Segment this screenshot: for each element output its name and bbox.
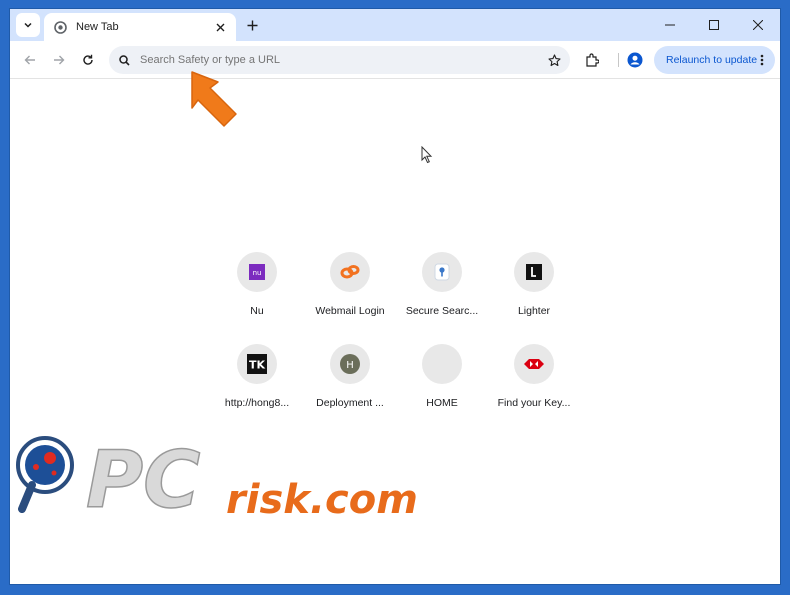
more-menu-icon[interactable] — [755, 52, 769, 68]
tab-new-tab[interactable]: New Tab — [44, 13, 236, 41]
relaunch-to-update-button[interactable]: Relaunch to update — [654, 46, 775, 74]
url-input[interactable] — [140, 54, 546, 66]
maximize-button[interactable] — [692, 9, 736, 41]
reload-button[interactable] — [76, 48, 100, 72]
minimize-button[interactable] — [648, 9, 692, 41]
shortcut-tile[interactable]: Secure Searc... — [396, 252, 488, 336]
pcrisk-watermark-text: risk.com — [226, 477, 418, 521]
blank-icon — [432, 354, 452, 374]
webmail-icon — [340, 262, 360, 282]
forward-button[interactable] — [47, 48, 71, 72]
secure-search-icon — [432, 262, 452, 282]
shortcut-label: Deployment ... — [316, 397, 384, 409]
relaunch-label: Relaunch to update — [666, 54, 758, 66]
tab-search-button[interactable] — [16, 13, 40, 37]
new-tab-button[interactable] — [242, 15, 262, 35]
key-icon — [524, 354, 544, 374]
shortcut-label: Find your Key... — [497, 397, 571, 409]
svg-text:nu: nu — [253, 269, 262, 277]
puzzle-icon — [586, 53, 599, 67]
chevron-down-icon — [24, 22, 32, 28]
extensions-button[interactable] — [581, 49, 603, 71]
shortcut-label: Webmail Login — [315, 305, 385, 317]
shortcut-label: Nu — [250, 305, 264, 317]
close-tab-icon[interactable] — [212, 19, 228, 35]
lighter-icon — [524, 262, 544, 282]
nu-icon: nu — [247, 262, 267, 282]
search-icon — [117, 53, 131, 67]
close-icon — [753, 20, 763, 30]
tab-title: New Tab — [76, 21, 119, 33]
shortcut-icon-circle — [514, 344, 554, 384]
shortcut-tile[interactable]: TK http://hong8... — [211, 344, 303, 428]
svg-text:PC: PC — [86, 436, 200, 519]
shortcut-icon-circle — [330, 252, 370, 292]
svg-text:risk.com: risk.com — [226, 477, 418, 521]
shortcut-label: HOME — [426, 397, 458, 409]
shortcut-icon-circle — [514, 252, 554, 292]
shortcut-label: Secure Searc... — [405, 305, 479, 317]
close-window-button[interactable] — [736, 9, 780, 41]
shortcut-tile[interactable]: Find your Key... — [488, 344, 580, 428]
reload-icon — [83, 54, 93, 65]
shortcut-label: http://hong8... — [224, 397, 290, 409]
shortcut-icon-circle — [422, 344, 462, 384]
shortcut-icon-circle: nu — [237, 252, 277, 292]
annotation-arrow-icon — [191, 71, 237, 127]
maximize-icon — [709, 20, 719, 30]
tk-icon: TK — [247, 354, 267, 374]
shortcut-icon-circle: H — [330, 344, 370, 384]
back-button[interactable] — [18, 48, 42, 72]
toolbar: Relaunch to update — [10, 41, 780, 79]
chrome-icon — [52, 19, 68, 35]
shortcut-tile[interactable]: HOME — [396, 344, 488, 428]
window-controls — [648, 9, 780, 41]
arrow-left-icon — [24, 55, 35, 65]
shortcut-tile[interactable]: Lighter — [488, 252, 580, 336]
shortcut-label: Lighter — [517, 305, 551, 317]
minimize-icon — [665, 24, 675, 26]
browser-window: New Tab Search Safety or type a URL Rela… — [9, 8, 781, 585]
toolbar-divider — [618, 53, 619, 67]
shortcut-tile[interactable]: nu Nu — [211, 252, 303, 336]
shortcut-tile[interactable]: Webmail Login — [304, 252, 396, 336]
tab-strip: New Tab — [10, 9, 780, 41]
profile-button[interactable] — [624, 49, 646, 71]
shortcut-icon-circle: TK — [237, 344, 277, 384]
shortcut-tile[interactable]: H Deployment ... — [304, 344, 396, 428]
plus-icon — [247, 20, 257, 30]
mouse-cursor-icon — [421, 146, 433, 164]
svg-text:H: H — [346, 360, 354, 371]
bookmark-star-icon[interactable] — [546, 52, 562, 68]
shortcut-icon-circle — [422, 252, 462, 292]
arrow-right-icon — [54, 55, 65, 65]
h-icon: H — [340, 354, 360, 374]
svg-text:TK: TK — [249, 359, 266, 372]
avatar-icon — [627, 52, 643, 68]
